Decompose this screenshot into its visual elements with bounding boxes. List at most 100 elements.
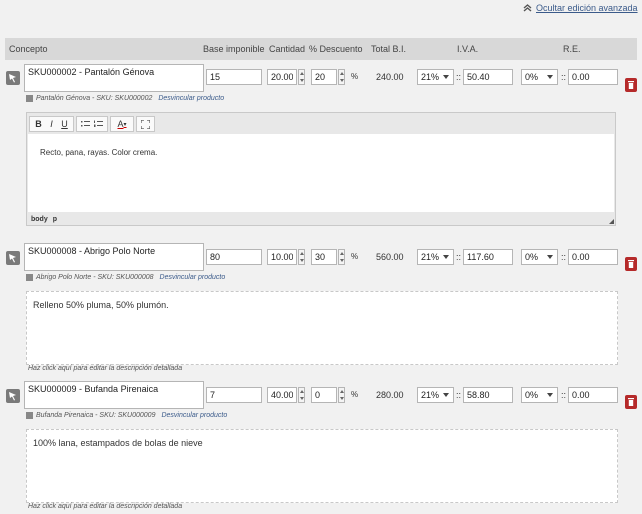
re-separator: :: <box>561 390 567 400</box>
editor-toolbar: B I U A ▾ <box>29 116 155 132</box>
color-group: A ▾ <box>110 116 134 132</box>
linked-product-label: Bufanda Pirenaica - SKU: SKU000009 <box>36 412 156 419</box>
re-select[interactable]: 0% <box>521 69 558 85</box>
italic-button[interactable]: I <box>45 118 58 130</box>
edit-description-hint[interactable]: Haz click aquí para editar la descripció… <box>28 503 182 510</box>
product-picker-button[interactable] <box>6 389 20 403</box>
bullet-list-icon[interactable] <box>79 118 92 130</box>
fullscreen-icon[interactable] <box>139 118 152 130</box>
linked-product-label: Abrigo Polo Norte - SKU: SKU000008 <box>36 274 154 281</box>
quantity-input[interactable] <box>267 69 297 85</box>
header-iva: I.V.A. <box>457 44 479 54</box>
header-cantidad: Cantidad <box>269 44 306 54</box>
editor-content[interactable]: Recto, pana, rayas. Color crema. <box>28 134 614 212</box>
concept-input[interactable]: SKU000002 - Pantalón Génova <box>24 64 204 92</box>
linked-product-info: Abrigo Polo Norte - SKU: SKU000008 Desvi… <box>26 274 225 281</box>
numbered-list-icon[interactable] <box>92 118 105 130</box>
product-link-icon <box>26 274 33 281</box>
linked-product-info: Pantalón Génova - SKU: SKU000002 Desvinc… <box>26 95 224 102</box>
discount-input[interactable] <box>311 249 337 265</box>
iva-amount-input[interactable] <box>463 249 513 265</box>
product-picker-button[interactable] <box>6 251 20 265</box>
path-body[interactable]: body <box>31 216 48 223</box>
chevron-down-icon <box>443 75 449 79</box>
trash-icon <box>628 81 634 89</box>
trash-icon <box>628 260 634 268</box>
iva-select-value: 21% <box>421 72 440 82</box>
re-select-value: 0% <box>525 252 539 262</box>
chevron-down-icon <box>547 393 553 397</box>
edit-description-hint[interactable]: Haz click aquí para editar la descripció… <box>28 365 182 372</box>
description-box[interactable]: Relleno 50% pluma, 50% plumón. <box>26 291 618 365</box>
iva-select[interactable]: 21% <box>417 387 454 403</box>
discount-spinner[interactable] <box>338 387 345 403</box>
product-link-icon <box>26 412 33 419</box>
product-link-icon <box>26 95 33 102</box>
unlink-product-link[interactable]: Desvincular producto <box>161 412 227 419</box>
quantity-input[interactable] <box>267 387 297 403</box>
unlink-product-link[interactable]: Desvincular producto <box>160 274 226 281</box>
base-input[interactable] <box>206 69 262 85</box>
header-descuento: % Descuento <box>309 44 363 54</box>
header-concepto: Concepto <box>9 44 48 54</box>
re-select[interactable]: 0% <box>521 249 558 265</box>
re-amount-input[interactable] <box>568 387 618 403</box>
total-bi-value: 280.00 <box>376 390 404 400</box>
toggle-advanced-edit-label: Ocultar edición avanzada <box>536 3 638 13</box>
delete-row-button[interactable] <box>625 257 637 271</box>
toggle-advanced-edit-link[interactable]: Ocultar edición avanzada <box>523 3 638 13</box>
linked-product-label: Pantalón Génova - SKU: SKU000002 <box>36 95 153 102</box>
total-bi-value: 240.00 <box>376 72 404 82</box>
percent-sign: % <box>351 252 359 261</box>
base-input[interactable] <box>206 387 262 403</box>
quantity-spinner[interactable] <box>298 387 305 403</box>
description-box[interactable]: 100% lana, estampados de bolas de nieve <box>26 429 618 503</box>
iva-separator: :: <box>456 72 462 82</box>
resize-grip-icon[interactable] <box>609 219 614 224</box>
re-separator: :: <box>561 72 567 82</box>
iva-select[interactable]: 21% <box>417 249 454 265</box>
iva-amount-input[interactable] <box>463 387 513 403</box>
re-amount-input[interactable] <box>568 249 618 265</box>
format-group: B I U <box>29 116 74 132</box>
re-select[interactable]: 0% <box>521 387 558 403</box>
total-bi-value: 560.00 <box>376 252 404 262</box>
header-base: Base imponible <box>203 44 265 54</box>
caret-down-icon: ▾ <box>123 121 127 128</box>
delete-row-button[interactable] <box>625 78 637 92</box>
discount-input[interactable] <box>311 69 337 85</box>
concept-input[interactable]: SKU000008 - Abrigo Polo Norte <box>24 243 204 271</box>
bold-button[interactable]: B <box>32 118 45 130</box>
cursor-select-icon <box>9 254 16 263</box>
text-color-button[interactable]: A ▾ <box>113 118 131 130</box>
discount-spinner[interactable] <box>338 69 345 85</box>
re-amount-input[interactable] <box>568 69 618 85</box>
unlink-product-link[interactable]: Desvincular producto <box>158 95 224 102</box>
quantity-input[interactable] <box>267 249 297 265</box>
iva-select[interactable]: 21% <box>417 69 454 85</box>
quantity-spinner[interactable] <box>298 69 305 85</box>
underline-button[interactable]: U <box>58 118 71 130</box>
re-select-value: 0% <box>525 72 539 82</box>
chevron-down-icon <box>443 393 449 397</box>
product-picker-button[interactable] <box>6 71 20 85</box>
discount-input[interactable] <box>311 387 337 403</box>
chevron-down-icon <box>547 75 553 79</box>
percent-sign: % <box>351 72 359 81</box>
base-input[interactable] <box>206 249 262 265</box>
iva-separator: :: <box>456 390 462 400</box>
percent-sign: % <box>351 390 359 399</box>
re-select-value: 0% <box>525 390 539 400</box>
fullscreen-group <box>136 116 155 132</box>
table-header: Concepto Base imponible Cantidad % Descu… <box>5 38 637 60</box>
iva-select-value: 21% <box>421 390 440 400</box>
cursor-select-icon <box>9 74 16 83</box>
editor-statusbar: body p <box>31 216 62 223</box>
delete-row-button[interactable] <box>625 395 637 409</box>
iva-amount-input[interactable] <box>463 69 513 85</box>
concept-input[interactable]: SKU000009 - Bufanda Pirenaica <box>24 381 204 409</box>
discount-spinner[interactable] <box>338 249 345 265</box>
quantity-spinner[interactable] <box>298 249 305 265</box>
path-p[interactable]: p <box>53 216 57 223</box>
list-group <box>76 116 108 132</box>
